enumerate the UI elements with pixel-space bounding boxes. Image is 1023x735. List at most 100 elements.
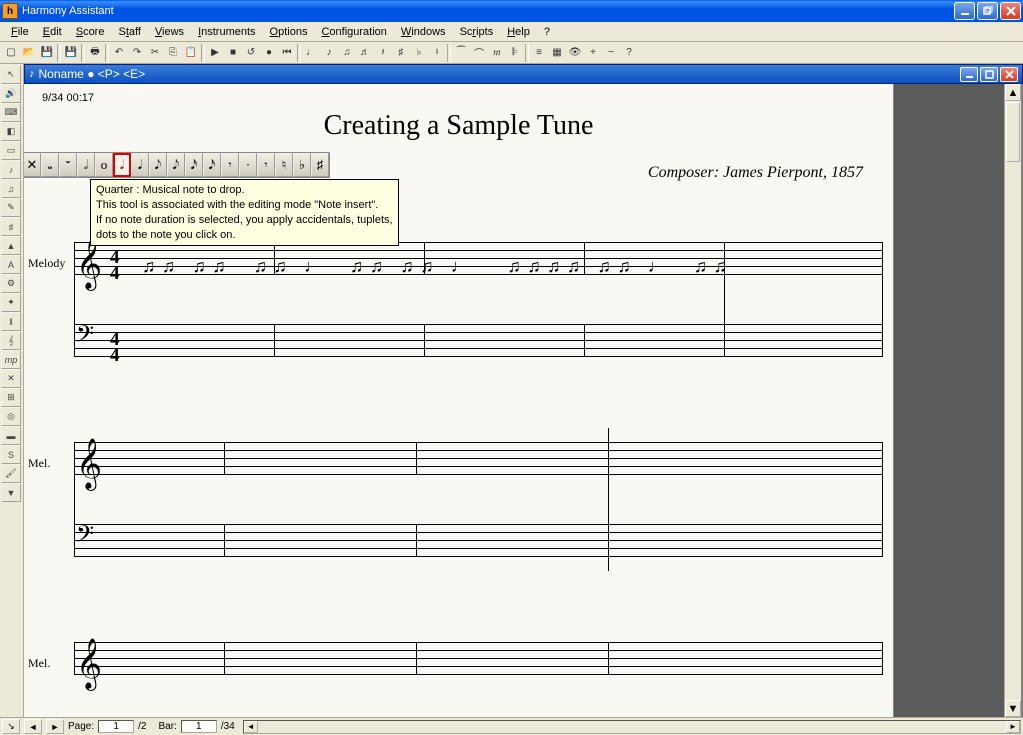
minimize-button[interactable] — [954, 2, 975, 20]
note-tool-icon[interactable]: ♩ — [302, 44, 320, 62]
note-duration-10[interactable]: 𝅘𝅥𝅯 — [203, 153, 221, 177]
vertical-scrollbar[interactable]: ▲ ▼ — [1004, 84, 1021, 717]
stop-icon[interactable]: ■ — [224, 44, 242, 62]
sb-prev-page-icon[interactable]: ◄ — [24, 719, 42, 734]
note-duration-7[interactable]: 𝅘𝅥𝅮 — [149, 153, 167, 177]
menu-about[interactable]: ? — [537, 24, 557, 40]
score-page[interactable]: 9/34 00:17 Creating a Sample Tune Compos… — [24, 84, 894, 717]
melody-notes[interactable]: ♫♫ ♫♫ ♫♫ ♩ ♫♫ ♫♫ ♩ ♫♫♫♫ ♫♫ ♩ ♫♫ ♫♫ ♩ — [142, 256, 733, 286]
save-as-icon[interactable]: 💾 — [62, 44, 80, 62]
doc-minimize-button[interactable] — [960, 67, 978, 82]
page-input[interactable] — [98, 720, 134, 733]
up-tool-icon[interactable]: ▲ — [1, 236, 21, 255]
new-icon[interactable]: ▢ — [2, 44, 20, 62]
bar-input[interactable] — [181, 720, 217, 733]
restore-button[interactable] — [977, 2, 998, 20]
natural-tool-icon[interactable]: ♮ — [428, 44, 446, 62]
scroll-right-icon[interactable]: ► — [1006, 721, 1020, 733]
note-tool-icon[interactable]: ♪ — [1, 160, 21, 179]
bar-icon[interactable]: ▬ — [1, 426, 21, 445]
note-tool3-icon[interactable]: ♫ — [338, 44, 356, 62]
properties-icon[interactable]: ⚙ — [1, 274, 21, 293]
cut-icon[interactable]: ✂ — [146, 44, 164, 62]
eraser-tool-icon[interactable]: ◧ — [1, 122, 21, 141]
pencil-tool-icon[interactable]: ✎ — [1, 198, 21, 217]
print-icon[interactable]: 🖶 — [86, 44, 104, 62]
menu-options[interactable]: Options — [263, 24, 315, 40]
target-icon[interactable]: ◎ — [1, 407, 21, 426]
rest-tool-icon[interactable]: 𝄽 — [374, 44, 392, 62]
brush-icon[interactable]: 🖌 — [1, 464, 21, 483]
note-duration-12[interactable]: · — [239, 153, 257, 177]
doc-maximize-button[interactable] — [980, 67, 998, 82]
sharp-tool-icon[interactable]: ♯ — [1, 217, 21, 236]
menu-file[interactable]: File — [4, 24, 36, 40]
note-duration-1[interactable]: 𝅝 — [41, 153, 59, 177]
sb-next-page-icon[interactable]: ► — [46, 719, 64, 734]
keyboard-tool-icon[interactable]: ⌨ — [1, 103, 21, 122]
menu-views[interactable]: Views — [148, 24, 191, 40]
note-duration-8[interactable]: 𝅘𝅥𝅮 — [167, 153, 185, 177]
scroll-up-icon[interactable]: ▲ — [1005, 84, 1021, 101]
down-arrow-icon[interactable]: ▼ — [1, 483, 21, 502]
align-icon[interactable]: ≡ — [530, 44, 548, 62]
note-duration-3[interactable]: 𝅗𝅥 — [77, 153, 95, 177]
clef-icon[interactable]: 𝄞 — [1, 331, 21, 350]
view-icon[interactable]: 👁 — [566, 44, 584, 62]
horizontal-scrollbar[interactable]: ◄ ► — [243, 720, 1021, 734]
help-icon[interactable]: ? — [620, 44, 638, 62]
note-tool2-icon[interactable]: ♪ — [320, 44, 338, 62]
sb-tool1-icon[interactable]: ↘ — [2, 719, 20, 734]
treble-staff-3[interactable] — [74, 642, 883, 674]
text-s-icon[interactable]: S — [1, 445, 21, 464]
note-tool4-icon[interactable]: ♬ — [356, 44, 374, 62]
save-icon[interactable]: 💾 — [38, 44, 56, 62]
chord-tool-icon[interactable]: ♫ — [1, 179, 21, 198]
menu-instruments[interactable]: Instruments — [191, 24, 262, 40]
note-duration-13[interactable]: 𝄾 — [257, 153, 275, 177]
menu-windows[interactable]: Windows — [394, 24, 453, 40]
menu-scripts[interactable]: Scripts — [453, 24, 501, 40]
bass-staff-1[interactable] — [74, 324, 883, 356]
flat-tool-icon[interactable]: ♭ — [410, 44, 428, 62]
slur-icon[interactable]: ⌒ — [470, 44, 488, 62]
dynamics-icon[interactable]: 𝆐 — [488, 44, 506, 62]
bass-staff-2[interactable] — [74, 524, 883, 556]
zoom-out-icon[interactable]: − — [602, 44, 620, 62]
repeat-icon[interactable]: 𝄆 — [506, 44, 524, 62]
x-icon[interactable]: ✕ — [1, 369, 21, 388]
close-button[interactable] — [1000, 2, 1021, 20]
play-icon[interactable]: ▶ — [206, 44, 224, 62]
note-duration-15[interactable]: ♭ — [293, 153, 311, 177]
loop-icon[interactable]: ↺ — [242, 44, 260, 62]
doc-close-button[interactable] — [1000, 67, 1018, 82]
zoom-in-icon[interactable]: + — [584, 44, 602, 62]
speaker-tool-icon[interactable]: 🔊 — [1, 84, 21, 103]
open-icon[interactable]: 📂 — [20, 44, 38, 62]
barline-icon[interactable]: ‖ — [1, 312, 21, 331]
paste-icon[interactable]: 📋 — [182, 44, 200, 62]
treble-staff-2[interactable] — [74, 442, 883, 474]
record-icon[interactable]: ● — [260, 44, 278, 62]
note-duration-16[interactable]: ♯ — [311, 153, 329, 177]
scroll-thumb[interactable] — [1006, 102, 1020, 162]
menu-score[interactable]: Score — [69, 24, 112, 40]
menu-help[interactable]: Help — [500, 24, 537, 40]
note-duration-6[interactable]: 𝅘𝅥 — [131, 153, 149, 177]
note-duration-14[interactable]: ♮ — [275, 153, 293, 177]
text-tool-icon[interactable]: A — [1, 255, 21, 274]
pointer-tool-icon[interactable]: ↖ — [1, 65, 21, 84]
rewind-icon[interactable]: ⏮ — [278, 44, 296, 62]
scroll-down-icon[interactable]: ▼ — [1005, 700, 1021, 717]
fx1-icon[interactable]: ✦ — [1, 293, 21, 312]
undo-icon[interactable]: ↶ — [110, 44, 128, 62]
dynamic-mp-icon[interactable]: mp — [1, 350, 21, 369]
scroll-left-icon[interactable]: ◄ — [244, 721, 258, 733]
select-tool-icon[interactable]: ▭ — [1, 141, 21, 160]
note-duration-9[interactable]: 𝅘𝅥𝅯 — [185, 153, 203, 177]
copy-icon[interactable]: ⎘ — [164, 44, 182, 62]
menu-edit[interactable]: Edit — [36, 24, 69, 40]
sharp-tool-icon[interactable]: ♯ — [392, 44, 410, 62]
menu-staff[interactable]: Staff — [111, 24, 147, 40]
note-duration-4[interactable]: o — [95, 153, 113, 177]
